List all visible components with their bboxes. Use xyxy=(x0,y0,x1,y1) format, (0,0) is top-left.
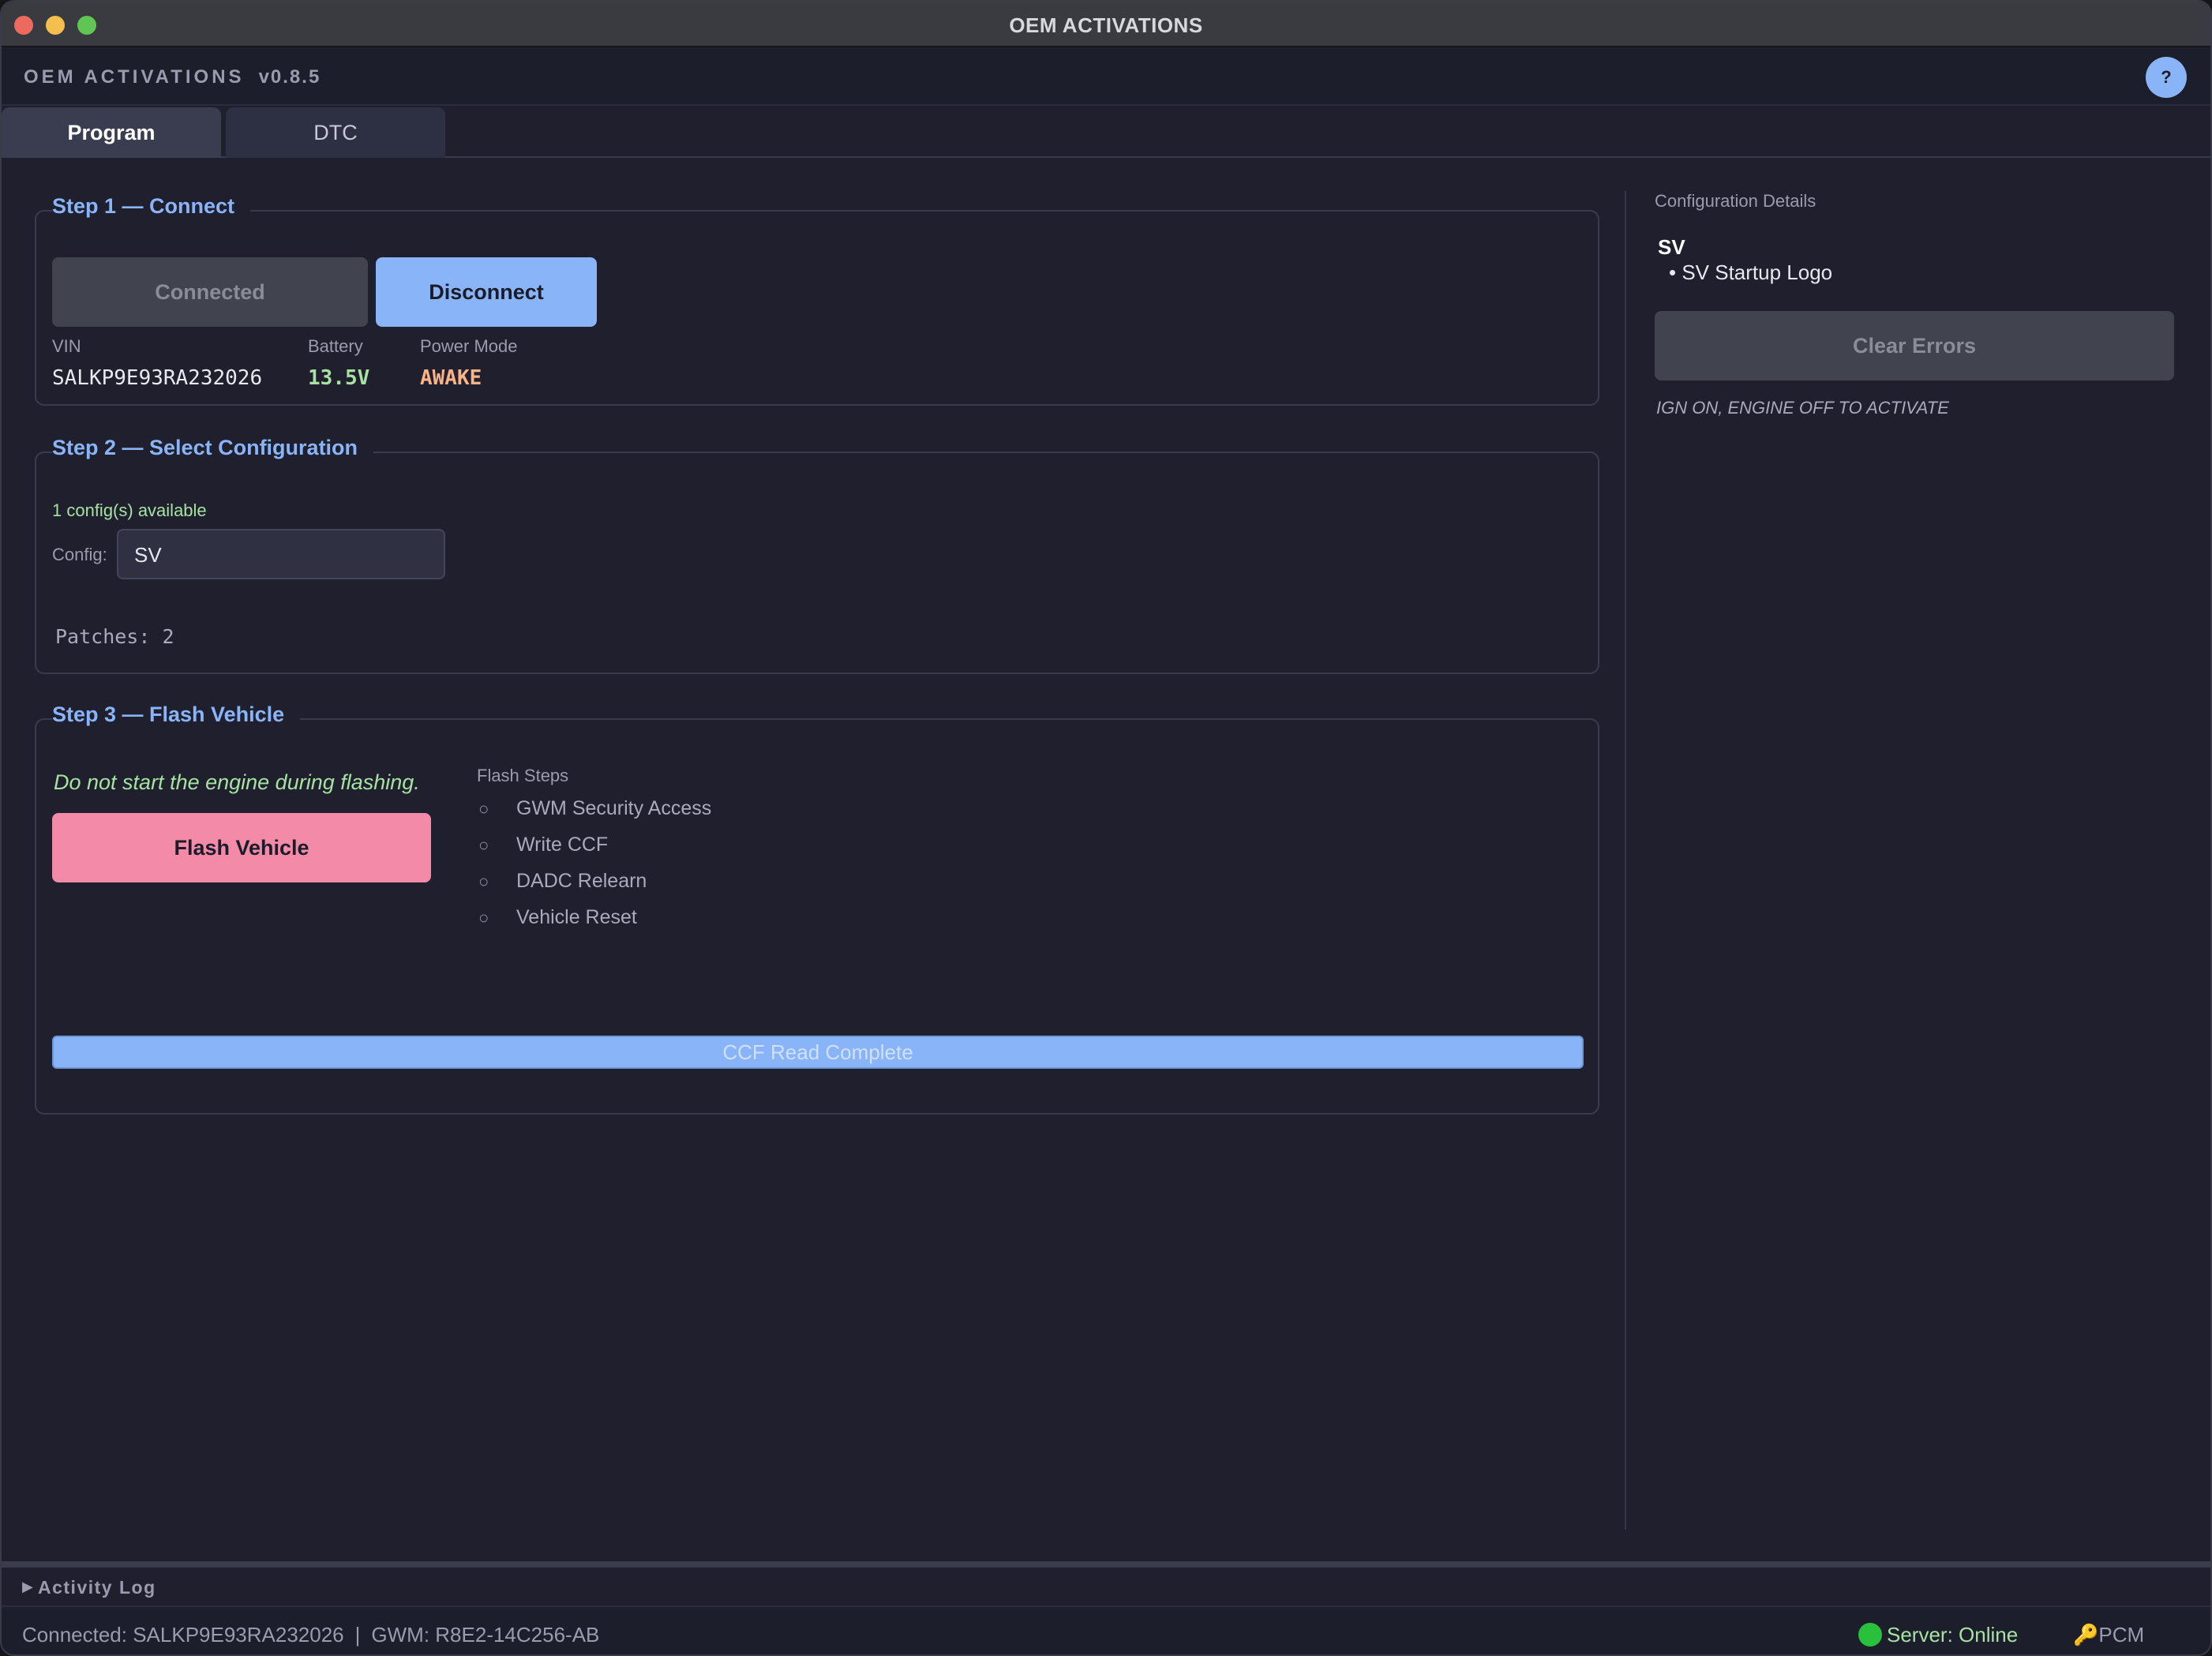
power-mode-value: AWAKE xyxy=(420,366,482,390)
vin-label: VIN xyxy=(52,336,81,356)
activation-note: IGN ON, ENGINE OFF TO ACTIVATE xyxy=(1656,398,1949,418)
flash-progress-bar: CCF Read Complete xyxy=(52,1036,1584,1069)
tab-dtc[interactable]: DTC xyxy=(226,107,445,158)
step-pending-icon: ○ xyxy=(478,835,489,855)
gwm-status: GWM: R8E2-14C256-AB xyxy=(371,1623,600,1647)
step1-connect-group: Step 1 — Connect Connected Disconnect VI… xyxy=(35,194,1599,406)
server-status: Server: Online xyxy=(1858,1623,2018,1647)
flash-step-label: DADC Relearn xyxy=(516,870,647,892)
pcm-label: PCM xyxy=(2098,1623,2145,1647)
tab-program[interactable]: Program xyxy=(2,107,221,158)
flash-step-item: ○ DADC Relearn xyxy=(478,870,647,893)
config-details-title: Configuration Details xyxy=(1655,191,1816,211)
battery-value: 13.5V xyxy=(308,366,370,390)
flash-step-item: ○ GWM Security Access xyxy=(478,797,711,820)
status-separator: | xyxy=(354,1623,361,1647)
app-name: OEM ACTIVATIONS xyxy=(24,66,245,88)
activity-log-label: Activity Log xyxy=(38,1577,156,1598)
app-window: OEM ACTIVATIONS OEM ACTIVATIONS v0.8.5 ? … xyxy=(0,0,2212,1656)
window-title: OEM ACTIVATIONS xyxy=(1009,13,1203,37)
clear-errors-button[interactable]: Clear Errors xyxy=(1655,311,2174,380)
app-version: v0.8.5 xyxy=(258,66,321,88)
step1-title: Step 1 — Connect xyxy=(52,194,251,219)
config-details-item: • SV Startup Logo xyxy=(1669,260,1833,284)
flash-step-label: Vehicle Reset xyxy=(516,906,637,928)
help-button[interactable]: ? xyxy=(2146,57,2187,98)
chevron-right-icon: ▶ xyxy=(22,1579,33,1594)
disconnect-button[interactable]: Disconnect xyxy=(376,257,597,327)
flash-step-item: ○ Write CCF xyxy=(478,834,608,856)
status-bar: Connected: SALKP9E93RA232026 | GWM: R8E2-1… xyxy=(2,1610,2210,1654)
tab-bar: Program DTC xyxy=(2,107,2210,158)
flash-steps-title: Flash Steps xyxy=(477,766,569,785)
app-name-row: OEM ACTIVATIONS v0.8.5 xyxy=(24,66,321,88)
panel-divider xyxy=(1625,191,1626,1530)
flash-vehicle-button[interactable]: Flash Vehicle xyxy=(52,813,431,882)
step-pending-icon: ○ xyxy=(478,908,489,927)
step-pending-icon: ○ xyxy=(478,799,489,819)
battery-label: Battery xyxy=(308,336,363,356)
step2-title: Step 2 — Select Configuration xyxy=(52,436,374,460)
connection-status: Connected: SALKP9E93RA232026 | GWM: R8E2-1… xyxy=(22,1623,599,1647)
step-pending-icon: ○ xyxy=(478,871,489,891)
step3-title: Step 3 — Flash Vehicle xyxy=(52,702,301,727)
key-icon: 🔑 xyxy=(2073,1623,2099,1647)
config-label: Config: xyxy=(52,545,107,564)
server-status-text: Server: Online xyxy=(1887,1623,2019,1647)
online-indicator-icon xyxy=(1858,1623,1882,1647)
flash-step-label: GWM Security Access xyxy=(516,797,712,819)
vin-value: SALKP9E93RA232026 xyxy=(52,366,263,390)
app-header: OEM ACTIVATIONS v0.8.5 ? xyxy=(2,49,2210,106)
flash-step-item: ○ Vehicle Reset xyxy=(478,906,637,929)
connected-button[interactable]: Connected xyxy=(52,257,368,327)
configs-available-text: 1 config(s) available xyxy=(52,500,207,520)
activity-log-toggle[interactable]: ▶ Activity Log xyxy=(2,1568,2210,1607)
patches-text: Patches: 2 xyxy=(55,625,174,648)
flash-step-label: Write CCF xyxy=(516,834,609,856)
config-details-name: SV xyxy=(1658,235,1685,259)
step3-flash-group: Step 3 — Flash Vehicle Do not start the … xyxy=(35,702,1599,1115)
title-bar: OEM ACTIVATIONS xyxy=(2,2,2210,47)
connected-vin-status: Connected: SALKP9E93RA232026 xyxy=(22,1623,344,1647)
step2-config-group: Step 2 — Select Configuration 1 config(s… xyxy=(35,436,1599,674)
power-mode-label: Power Mode xyxy=(420,336,518,356)
flash-warning-text: Do not start the engine during flashing. xyxy=(54,770,420,794)
config-select[interactable]: SV xyxy=(117,529,445,579)
pcm-status: 🔑PCM xyxy=(2073,1623,2144,1647)
log-splitter[interactable] xyxy=(2,1561,2210,1568)
